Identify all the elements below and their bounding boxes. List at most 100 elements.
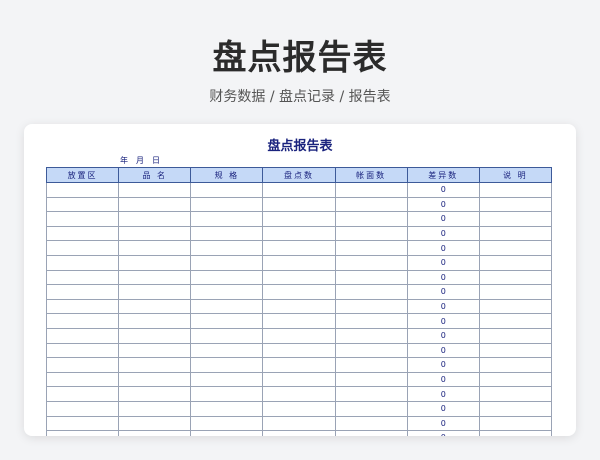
- cell-location[interactable]: [45, 342, 120, 359]
- cell-location[interactable]: [45, 182, 120, 198]
- cell-product-name[interactable]: [118, 211, 192, 227]
- cell-book-qty[interactable]: [334, 357, 408, 373]
- cell-spec[interactable]: [190, 298, 264, 315]
- cell-notes[interactable]: [478, 415, 553, 432]
- cell-location[interactable]: [45, 371, 120, 388]
- cell-location[interactable]: [45, 415, 120, 432]
- cell-counted-qty[interactable]: [262, 182, 336, 198]
- cell-counted-qty[interactable]: [262, 254, 336, 271]
- cell-notes[interactable]: [478, 342, 553, 359]
- cell-location[interactable]: [45, 196, 120, 213]
- cell-counted-qty[interactable]: [262, 284, 336, 300]
- document-preview-card[interactable]: 盘点报告表 年 月 日 放置区 品 名 规 格 盘点数 帐面数 差异数 说 明 …: [24, 124, 576, 436]
- cell-counted-qty[interactable]: [262, 430, 336, 436]
- cell-difference[interactable]: 0: [406, 211, 480, 227]
- cell-spec[interactable]: [190, 254, 264, 271]
- cell-difference[interactable]: 0: [406, 240, 480, 256]
- cell-notes[interactable]: [478, 313, 553, 329]
- cell-spec[interactable]: [190, 313, 264, 329]
- cell-book-qty[interactable]: [334, 240, 408, 256]
- cell-book-qty[interactable]: [334, 342, 408, 359]
- cell-book-qty[interactable]: [334, 313, 408, 329]
- cell-book-qty[interactable]: [334, 371, 408, 388]
- cell-notes[interactable]: [478, 196, 553, 213]
- cell-difference[interactable]: 0: [406, 225, 480, 242]
- cell-counted-qty[interactable]: [262, 371, 336, 388]
- cell-spec[interactable]: [190, 196, 264, 213]
- cell-product-name[interactable]: [118, 298, 192, 315]
- cell-counted-qty[interactable]: [262, 240, 336, 256]
- cell-location[interactable]: [45, 225, 120, 242]
- cell-book-qty[interactable]: [334, 386, 408, 402]
- cell-difference[interactable]: 0: [406, 284, 480, 300]
- cell-counted-qty[interactable]: [262, 400, 336, 417]
- cell-location[interactable]: [45, 400, 120, 417]
- cell-product-name[interactable]: [118, 371, 192, 388]
- cell-product-name[interactable]: [118, 254, 192, 271]
- cell-spec[interactable]: [190, 211, 264, 227]
- cell-notes[interactable]: [478, 400, 553, 417]
- cell-location[interactable]: [45, 386, 120, 402]
- cell-counted-qty[interactable]: [262, 225, 336, 242]
- cell-spec[interactable]: [190, 342, 264, 359]
- cell-notes[interactable]: [478, 386, 553, 402]
- cell-difference[interactable]: 0: [406, 269, 480, 286]
- cell-location[interactable]: [45, 430, 120, 436]
- cell-product-name[interactable]: [118, 386, 192, 402]
- cell-notes[interactable]: [478, 269, 553, 286]
- cell-product-name[interactable]: [118, 196, 192, 213]
- cell-spec[interactable]: [190, 357, 264, 373]
- cell-product-name[interactable]: [118, 225, 192, 242]
- cell-product-name[interactable]: [118, 342, 192, 359]
- cell-difference[interactable]: 0: [406, 415, 480, 432]
- cell-notes[interactable]: [478, 327, 553, 344]
- cell-location[interactable]: [45, 298, 120, 315]
- cell-difference[interactable]: 0: [406, 342, 480, 359]
- cell-notes[interactable]: [478, 284, 553, 300]
- cell-product-name[interactable]: [118, 240, 192, 256]
- cell-difference[interactable]: 0: [406, 196, 480, 213]
- cell-book-qty[interactable]: [334, 225, 408, 242]
- cell-counted-qty[interactable]: [262, 357, 336, 373]
- cell-counted-qty[interactable]: [262, 298, 336, 315]
- cell-spec[interactable]: [190, 240, 264, 256]
- cell-counted-qty[interactable]: [262, 415, 336, 432]
- cell-notes[interactable]: [478, 254, 553, 271]
- cell-counted-qty[interactable]: [262, 196, 336, 213]
- cell-location[interactable]: [45, 240, 120, 256]
- cell-book-qty[interactable]: [334, 254, 408, 271]
- cell-difference[interactable]: 0: [406, 313, 480, 329]
- cell-location[interactable]: [45, 269, 120, 286]
- cell-location[interactable]: [45, 254, 120, 271]
- cell-product-name[interactable]: [118, 400, 192, 417]
- cell-difference[interactable]: 0: [406, 327, 480, 344]
- cell-difference[interactable]: 0: [406, 400, 480, 417]
- cell-location[interactable]: [45, 327, 120, 344]
- cell-product-name[interactable]: [118, 182, 192, 198]
- cell-location[interactable]: [45, 284, 120, 300]
- cell-product-name[interactable]: [118, 357, 192, 373]
- cell-product-name[interactable]: [118, 415, 192, 432]
- cell-counted-qty[interactable]: [262, 313, 336, 329]
- cell-notes[interactable]: [478, 430, 553, 436]
- cell-difference[interactable]: 0: [406, 371, 480, 388]
- cell-location[interactable]: [45, 313, 120, 329]
- cell-notes[interactable]: [478, 371, 553, 388]
- cell-difference[interactable]: 0: [406, 298, 480, 315]
- cell-product-name[interactable]: [118, 327, 192, 344]
- cell-spec[interactable]: [190, 400, 264, 417]
- cell-counted-qty[interactable]: [262, 386, 336, 402]
- cell-location[interactable]: [45, 211, 120, 227]
- cell-difference[interactable]: 0: [406, 386, 480, 402]
- cell-product-name[interactable]: [118, 269, 192, 286]
- cell-book-qty[interactable]: [334, 211, 408, 227]
- cell-difference[interactable]: 0: [406, 357, 480, 373]
- cell-location[interactable]: [45, 357, 120, 373]
- cell-spec[interactable]: [190, 430, 264, 436]
- cell-difference[interactable]: 0: [406, 430, 480, 436]
- cell-counted-qty[interactable]: [262, 342, 336, 359]
- cell-product-name[interactable]: [118, 313, 192, 329]
- cell-spec[interactable]: [190, 225, 264, 242]
- cell-notes[interactable]: [478, 182, 553, 198]
- cell-spec[interactable]: [190, 269, 264, 286]
